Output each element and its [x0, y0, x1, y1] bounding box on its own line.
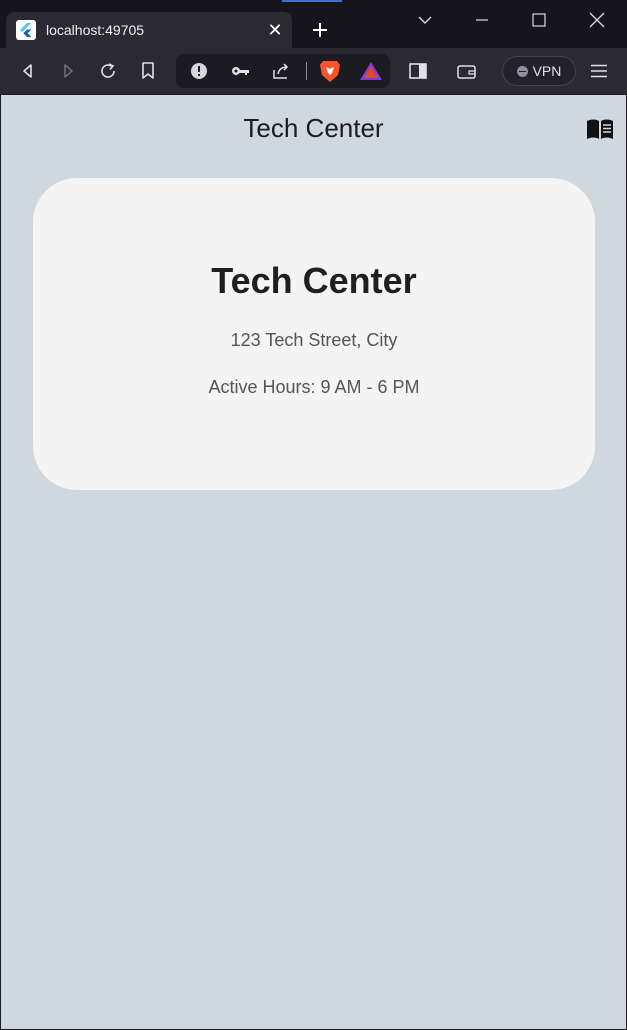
reload-icon[interactable] [94, 57, 122, 85]
bookmark-icon[interactable] [134, 57, 162, 85]
new-tab-button[interactable] [306, 16, 334, 44]
close-tab-icon[interactable]: ✕ [264, 19, 286, 41]
maximize-window-icon[interactable] [525, 6, 553, 34]
location-card: Tech Center 123 Tech Street, City Active… [33, 178, 595, 490]
card-hours: Active Hours: 9 AM - 6 PM [208, 377, 420, 397]
brave-rewards-triangle-icon[interactable] [357, 57, 385, 85]
vpn-status-icon [516, 65, 528, 77]
tab-title: localhost:49705 [46, 22, 145, 38]
browser-toolbar: 1 VPN [0, 48, 627, 125]
tab-list-chevron-icon[interactable] [411, 6, 439, 34]
toolbar-divider [306, 62, 307, 80]
app-bar-title: Tech Center [243, 113, 384, 143]
tab-strip: localhost:49705 ✕ [0, 0, 627, 48]
minimize-window-icon[interactable] [468, 6, 496, 34]
browser-tab[interactable]: localhost:49705 ✕ [6, 12, 292, 48]
back-arrow-icon[interactable] [14, 57, 42, 85]
hamburger-menu-icon[interactable] [585, 57, 613, 85]
top-accent-line [282, 0, 342, 2]
brave-lion-icon[interactable] [316, 57, 344, 85]
card-title: Tech Center [211, 260, 417, 301]
share-icon[interactable] [267, 57, 295, 85]
forward-arrow-icon[interactable] [54, 57, 82, 85]
wallet-icon[interactable] [453, 57, 481, 85]
key-icon[interactable] [227, 57, 255, 85]
flutter-icon [16, 20, 36, 40]
browser-window: localhost:49705 ✕ VPN Tech Center Tech C… [0, 0, 627, 1030]
card-address: 123 Tech Street, City [230, 330, 398, 350]
vpn-button[interactable]: VPN [502, 56, 576, 86]
menu-book-icon[interactable] [585, 117, 615, 143]
vpn-label: VPN [532, 63, 562, 79]
close-window-icon[interactable] [583, 6, 611, 34]
sidebar-icon[interactable] [404, 57, 432, 85]
app-viewport: Tech Center Tech Center 123 Tech Street,… [1, 95, 626, 1029]
info-icon[interactable] [185, 57, 213, 85]
